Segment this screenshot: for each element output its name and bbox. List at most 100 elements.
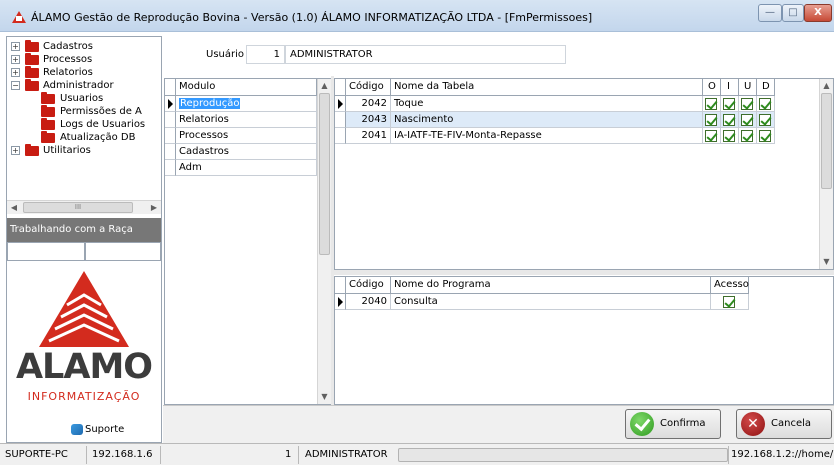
grid-corner (335, 277, 346, 294)
tree-item-label: Logs de Usuarios (60, 119, 146, 130)
checkbox-o[interactable] (705, 130, 717, 142)
minimize-button[interactable]: — (758, 4, 782, 22)
scroll-up-icon[interactable]: ▲ (318, 79, 331, 92)
collapse-icon[interactable]: − (11, 81, 20, 90)
folder-icon (25, 66, 39, 78)
confirma-label: Confirma (660, 418, 706, 429)
status-path: 192.168.1.2://home/ (731, 449, 834, 460)
modulo-row[interactable]: Cadastros (176, 144, 317, 160)
scroll-up-icon[interactable]: ▲ (820, 79, 833, 92)
confirma-button[interactable]: Confirma (625, 409, 721, 439)
modulo-row[interactable]: Processos (176, 128, 317, 144)
grid-corner (165, 79, 176, 96)
close-button[interactable]: X (804, 4, 832, 22)
scroll-thumb[interactable] (319, 93, 330, 255)
checkbox-acesso[interactable] (723, 296, 735, 308)
tree-item-label: Atualização DB (60, 132, 136, 143)
tree-item-label: Relatorios (43, 67, 93, 78)
expand-icon[interactable]: + (11, 146, 20, 155)
i-column-header[interactable]: I (721, 79, 739, 96)
cancela-label: Cancela (771, 418, 812, 429)
folder-icon (25, 40, 39, 52)
table-row-nome[interactable]: Toque (391, 96, 703, 112)
menu-tree[interactable]: + Cadastros + Processos + Relatorios − A… (7, 37, 161, 197)
row-indicator-icon (165, 96, 176, 112)
checkbox-o[interactable] (705, 98, 717, 110)
raca-code-field[interactable] (7, 242, 85, 261)
nome-tabela-column-header[interactable]: Nome da Tabela (391, 79, 703, 96)
scroll-down-icon[interactable]: ▼ (820, 255, 833, 268)
program-row-nome[interactable]: Consulta (391, 294, 711, 310)
d-column-header[interactable]: D (757, 79, 775, 96)
modulo-vertical-scrollbar[interactable]: ▲ ▼ (317, 79, 331, 404)
tree-item-label: Permissões de A (60, 106, 142, 117)
raca-header: Trabalhando com a Raça (7, 218, 161, 242)
table-row-codigo[interactable]: 2043 (346, 112, 391, 128)
logo-subtitle: INFORMATIZAÇÃO (27, 390, 141, 403)
support-icon (71, 424, 83, 435)
tree-item-label: Utilitarios (43, 145, 91, 156)
checkbox-u[interactable] (741, 98, 753, 110)
tabelas-vertical-scrollbar[interactable]: ▲ ▼ (819, 79, 833, 269)
checkbox-u[interactable] (741, 130, 753, 142)
scroll-right-icon[interactable]: ▶ (147, 201, 161, 214)
table-row-nome[interactable]: Nascimento (391, 112, 703, 128)
form-icon (41, 118, 55, 130)
scroll-down-icon[interactable]: ▼ (318, 390, 331, 403)
nome-programa-column-header[interactable]: Nome do Programa (391, 277, 711, 294)
modulo-row[interactable]: Adm (176, 160, 317, 176)
tree-horizontal-scrollbar[interactable]: ◀ III ▶ (7, 200, 161, 214)
checkbox-d[interactable] (759, 114, 771, 126)
table-row-nome[interactable]: IA-IATF-TE-FIV-Monta-Repasse (391, 128, 703, 144)
cancela-button[interactable]: ✕ Cancela (736, 409, 832, 439)
check-circle-icon (630, 412, 654, 436)
modulo-column-header[interactable]: Modulo (176, 79, 317, 96)
scroll-thumb[interactable] (821, 93, 832, 189)
table-row-codigo[interactable]: 2041 (346, 128, 391, 144)
app-logo-icon (12, 11, 26, 23)
checkbox-d[interactable] (759, 130, 771, 142)
checkbox-o[interactable] (705, 114, 717, 126)
status-machine: SUPORTE-PC (5, 449, 68, 460)
program-row-codigo[interactable]: 2040 (346, 294, 391, 310)
suporte-link[interactable]: Suporte (71, 422, 124, 438)
form-icon (41, 92, 55, 104)
modulo-row[interactable]: Relatorios (176, 112, 317, 128)
tree-item-label: Usuarios (60, 93, 104, 104)
status-progress-bar (398, 448, 728, 462)
modulo-row[interactable]: Reprodução (176, 96, 317, 112)
title-bar: ÁLAMO Gestão de Reprodução Bovina - Vers… (0, 0, 834, 32)
scroll-left-icon[interactable]: ◀ (7, 201, 21, 214)
maximize-button[interactable]: □ (782, 4, 804, 22)
checkbox-i[interactable] (723, 114, 735, 126)
form-icon (41, 131, 55, 143)
checkbox-u[interactable] (741, 114, 753, 126)
usuario-name-field[interactable]: ADMINISTRATOR (285, 45, 566, 64)
usuario-label: Usuário (206, 49, 245, 60)
checkbox-i[interactable] (723, 130, 735, 142)
expand-icon[interactable]: + (11, 55, 20, 64)
modulo-grid[interactable]: Modulo Reprodução Relatorios Processos C… (164, 78, 331, 405)
usuario-id-field[interactable]: 1 (246, 45, 285, 64)
o-column-header[interactable]: O (703, 79, 721, 96)
acesso-column-header[interactable]: Acesso (711, 277, 749, 294)
status-bar: SUPORTE-PC 192.168.1.6 1 ADMINISTRATOR 1… (0, 443, 834, 465)
expand-icon[interactable]: + (11, 68, 20, 77)
programas-grid[interactable]: Código Nome do Programa Acesso 2040 Cons… (334, 276, 834, 405)
status-user-name: ADMINISTRATOR (305, 449, 388, 460)
horizontal-splitter[interactable] (334, 270, 834, 275)
expand-icon[interactable]: + (11, 42, 20, 51)
codigo-column-header[interactable]: Código (346, 277, 391, 294)
row-indicator-icon (335, 294, 346, 310)
u-column-header[interactable]: U (739, 79, 757, 96)
codigo-column-header[interactable]: Código (346, 79, 391, 96)
tabelas-grid[interactable]: Código Nome da Tabela O I U D 2042 Toque… (334, 78, 834, 270)
grid-corner (335, 79, 346, 96)
table-row-codigo[interactable]: 2042 (346, 96, 391, 112)
company-logo: ALAMO INFORMATIZAÇÃO (7, 265, 161, 410)
tree-item-label: Cadastros (43, 41, 93, 52)
scroll-thumb[interactable]: III (23, 202, 133, 213)
raca-name-field[interactable] (85, 242, 161, 261)
checkbox-d[interactable] (759, 98, 771, 110)
checkbox-i[interactable] (723, 98, 735, 110)
